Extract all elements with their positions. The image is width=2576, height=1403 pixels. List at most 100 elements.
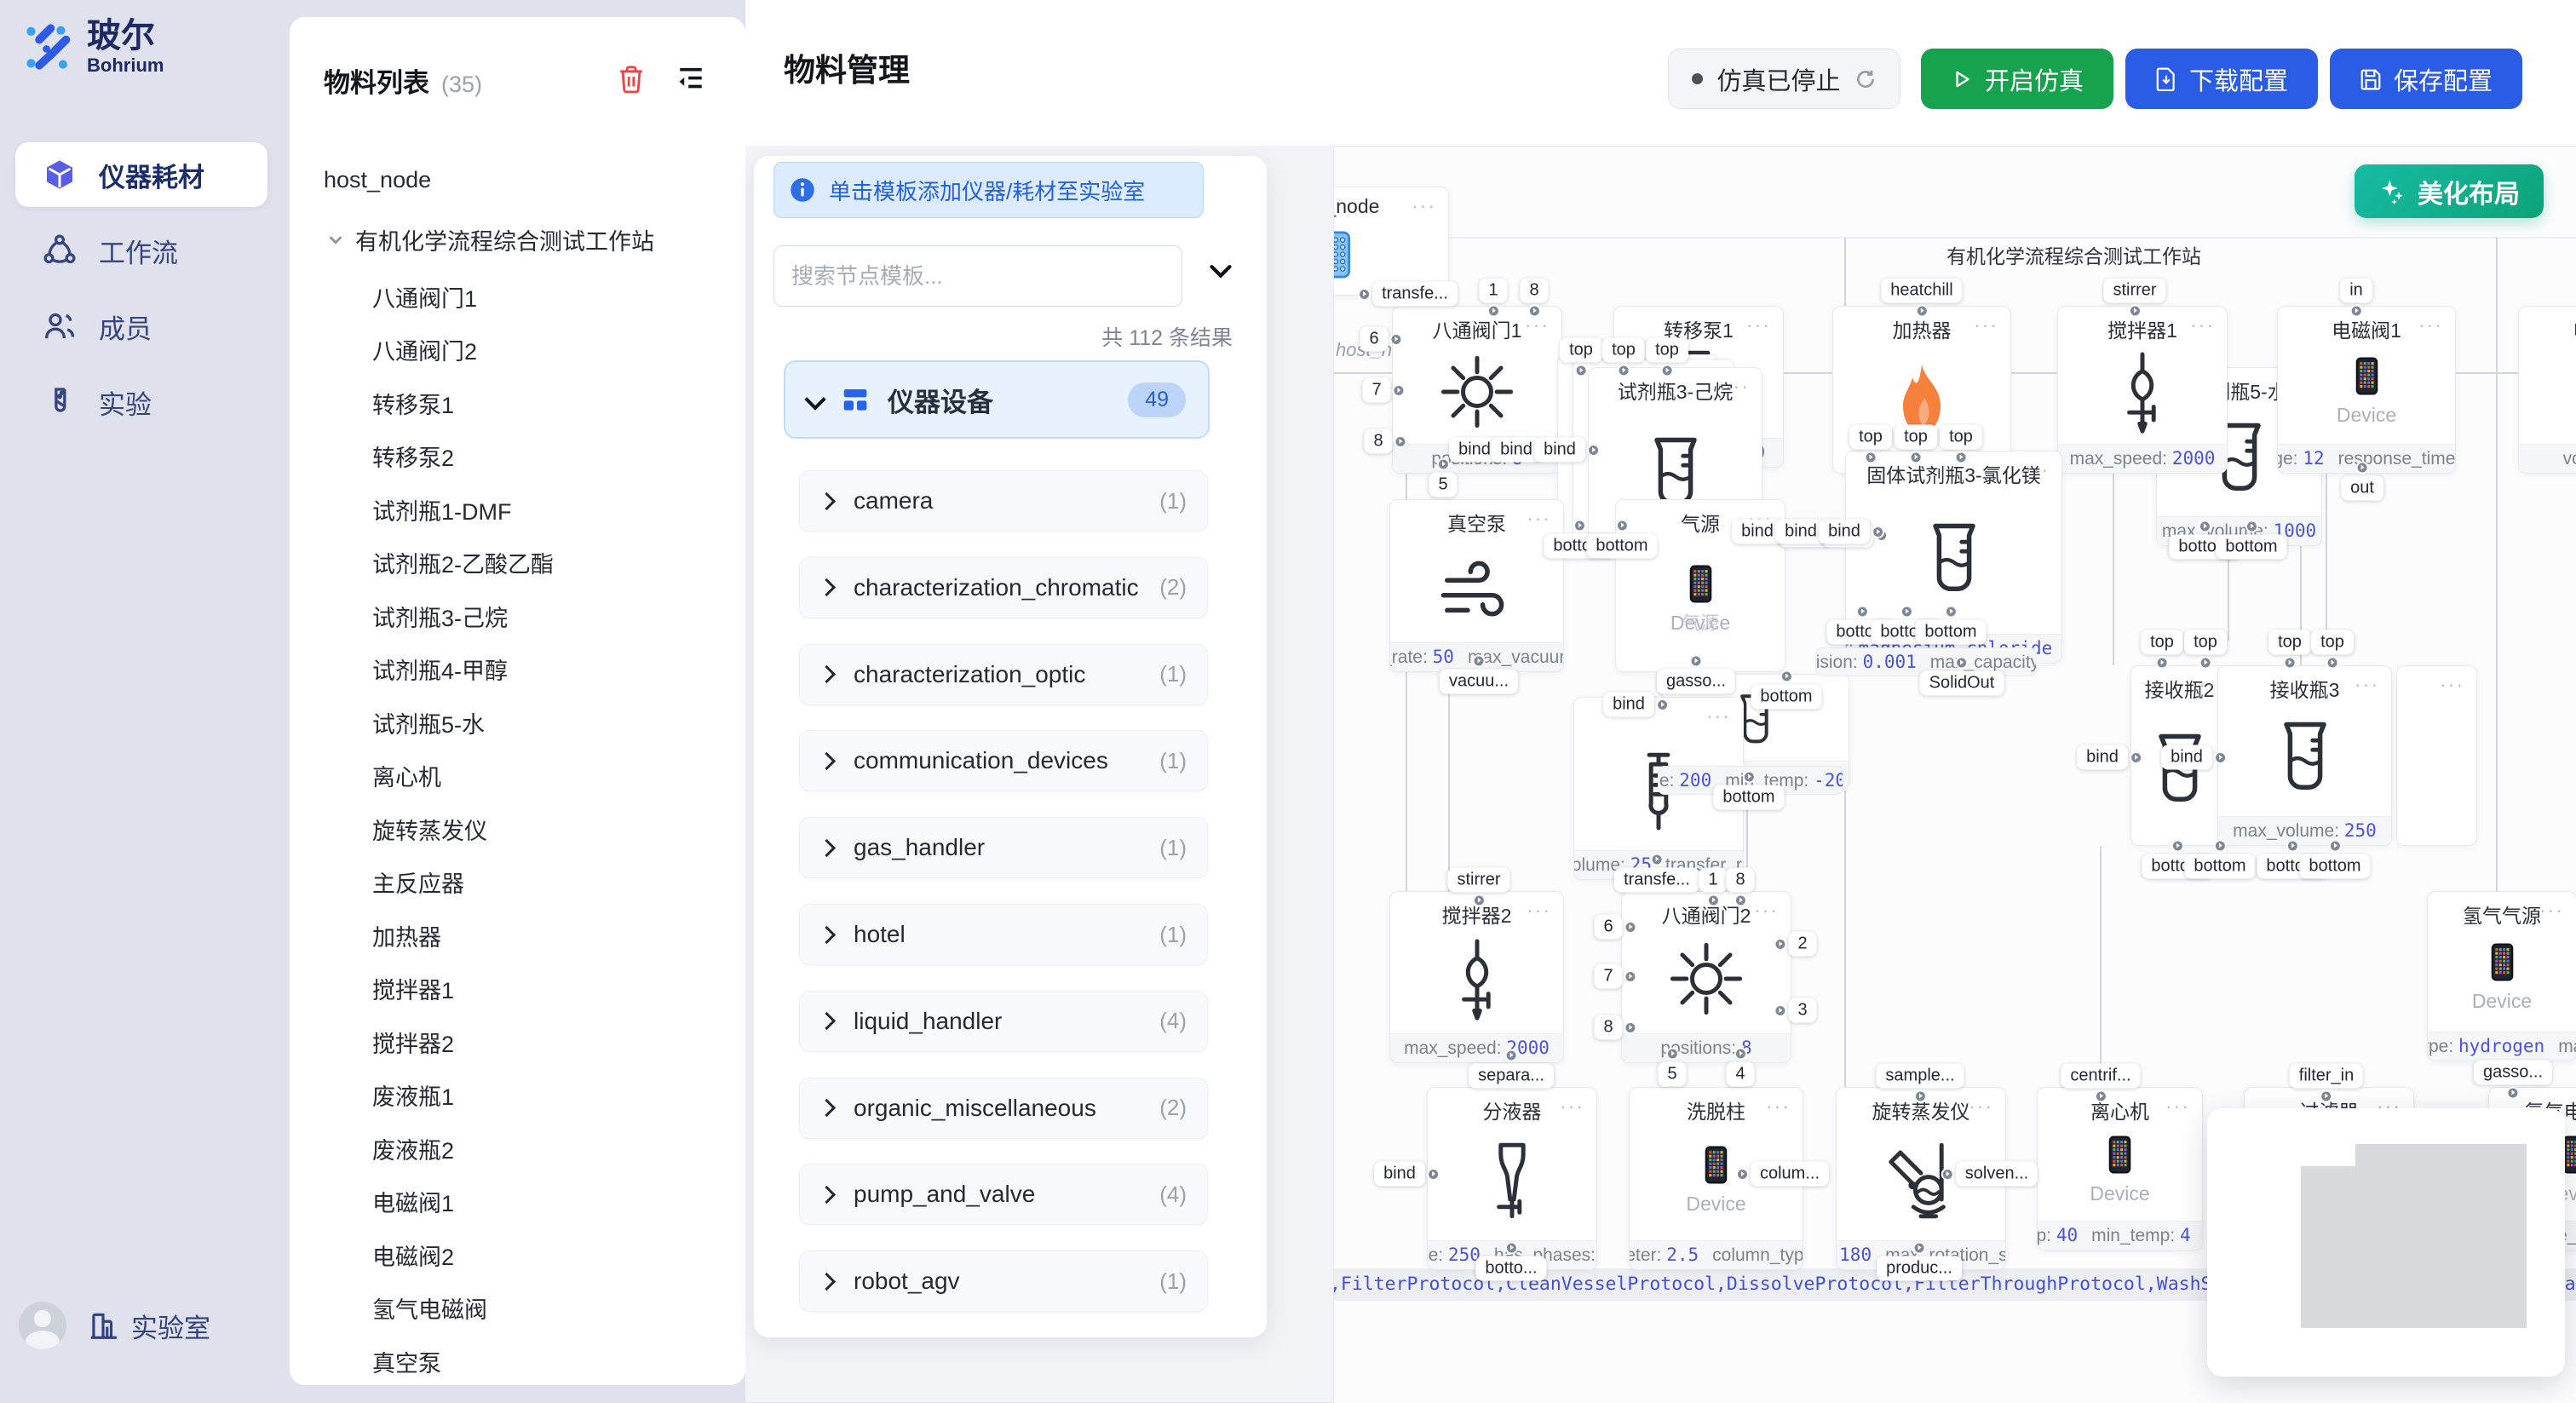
tree-item[interactable]: 离心机	[290, 756, 828, 796]
category-characterization_optic[interactable]: characterization_optic(1)	[799, 644, 1208, 705]
port-connector-icon[interactable]	[2130, 751, 2142, 764]
port-connector-icon[interactable]	[2214, 751, 2227, 764]
port-gasso[interactable]: gasso...	[2474, 1061, 2552, 1085]
node-menu-icon[interactable]: ···	[1725, 375, 1750, 398]
node-menu-icon[interactable]: ···	[1706, 704, 1731, 727]
tree-item[interactable]: 主反应器	[290, 863, 828, 902]
node-menu-icon[interactable]: ···	[1527, 507, 1551, 530]
node-menu-icon[interactable]: ···	[1969, 1095, 1993, 1118]
node-menu-icon[interactable]: ···	[1754, 899, 1779, 922]
port-bottom[interactable]: bottom	[1713, 785, 1784, 810]
avatar[interactable]	[19, 1302, 66, 1349]
node-八通阀门2[interactable]: 八通阀门2 ···positions: 8	[1621, 891, 1791, 1063]
tree-item[interactable]: 试剂瓶4-甲醇	[290, 650, 828, 689]
node-menu-icon[interactable]: ···	[2440, 673, 2464, 696]
port-top[interactable]: top	[1940, 425, 1982, 450]
port-bind[interactable]: bind	[2077, 745, 2128, 770]
port-8[interactable]: 8	[1594, 1015, 1622, 1040]
port-top[interactable]: top	[2268, 630, 2311, 655]
port-bottom[interactable]: bottom	[1751, 685, 1821, 710]
port-connector-icon[interactable]	[2156, 657, 2169, 670]
port-bottom[interactable]: bottom	[2216, 535, 2286, 560]
port-bottom[interactable]: bottom	[2299, 854, 2370, 879]
category-organic_miscellaneous[interactable]: organic_miscellaneous(2)	[799, 1078, 1208, 1139]
port-connector-icon[interactable]	[1661, 365, 1674, 377]
port-6[interactable]: 6	[1594, 915, 1622, 940]
port-connector-icon[interactable]	[1856, 606, 1869, 618]
port-2[interactable]: 2	[1788, 932, 1816, 957]
port-connector-icon[interactable]	[1734, 1048, 1747, 1061]
category-camera[interactable]: camera(1)	[799, 470, 1208, 532]
port-connector-icon[interactable]	[2284, 657, 2297, 670]
port-solven[interactable]: solven...	[1956, 1162, 2038, 1187]
tree-item[interactable]: 八通阀门2	[290, 331, 828, 370]
tree-item[interactable]: 试剂瓶5-水	[290, 703, 828, 742]
tree-item[interactable]: 旋转蒸发仪	[290, 809, 828, 848]
tree-item-host[interactable]: host_node	[290, 160, 779, 199]
node-menu-icon[interactable]: ···	[2539, 899, 2564, 922]
port-connector-icon[interactable]	[2245, 520, 2258, 533]
port-top[interactable]: top	[2311, 630, 2354, 655]
port-connector-icon[interactable]	[1358, 288, 1371, 301]
node-menu-icon[interactable]: ···	[2190, 313, 2215, 336]
category-liquid_handler[interactable]: liquid_handler(4)	[799, 991, 1208, 1052]
node-menu-icon[interactable]: ···	[1560, 1095, 1584, 1118]
node-menu-icon[interactable]: ···	[1525, 313, 1550, 336]
port-connector-icon[interactable]	[1780, 670, 1793, 683]
beautify-layout-button[interactable]: 美化布局	[2355, 164, 2544, 218]
port-top[interactable]: top	[1602, 338, 1645, 363]
sidebar-item-lab[interactable]: 实验室	[87, 1307, 210, 1345]
node-氢气气源[interactable]: 氢气气源 ···Devicegas_type: hydrogenmax_pre	[2427, 891, 2576, 1061]
category-communication_devices[interactable]: communication_devices(1)	[799, 730, 1208, 791]
start-simulation-button[interactable]: 开启仿真	[1921, 49, 2113, 109]
port-3[interactable]: 3	[1788, 998, 1816, 1023]
node-menu-icon[interactable]: ···	[2355, 673, 2379, 696]
port-connector-icon[interactable]	[1743, 771, 1756, 784]
port-connector-icon[interactable]	[1941, 1168, 1954, 1181]
port-connector-icon[interactable]	[1774, 938, 1786, 951]
port-heatchill[interactable]: heatchill	[1881, 279, 1962, 303]
port-colum[interactable]: colum...	[1751, 1162, 1829, 1187]
tree-item[interactable]: 电磁阀1	[290, 1182, 828, 1222]
port-connector-icon[interactable]	[1707, 894, 1720, 907]
port-connector-icon[interactable]	[2128, 305, 2141, 318]
tree-item[interactable]: 转移泵2	[290, 437, 828, 476]
port-connector-icon[interactable]	[2199, 657, 2212, 670]
port-top[interactable]: top	[1895, 425, 1937, 450]
node-离心机[interactable]: 离心机 ···Devicemax_temp: 40min_temp: 4max_…	[2037, 1087, 2203, 1251]
port-top[interactable]: top	[1646, 338, 1688, 363]
node-真空泵[interactable]: 真空泵 ···pump_rate: 50max_vacuum: 0.1	[1389, 499, 1564, 672]
port-8[interactable]: 8	[1364, 429, 1392, 454]
port-bottom[interactable]: bottom	[2184, 854, 2255, 879]
port-connector-icon[interactable]	[1910, 451, 1923, 464]
sidebar-item-members[interactable]: 成员	[15, 294, 267, 359]
tree-item[interactable]: 废液瓶2	[290, 1129, 828, 1168]
chevron-down-icon[interactable]	[1209, 263, 1233, 280]
sidebar-item-experiments[interactable]: 实验	[15, 370, 267, 434]
port-connector-icon[interactable]	[1734, 894, 1747, 907]
node-menu-icon[interactable]: ···	[1527, 899, 1551, 922]
port-connector-icon[interactable]	[1955, 451, 1968, 464]
port-top[interactable]: top	[2184, 630, 2227, 655]
port-1[interactable]: 1	[1479, 279, 1507, 303]
port-connector-icon[interactable]	[2349, 305, 2362, 318]
port-connector-icon[interactable]	[1587, 444, 1600, 457]
port-5[interactable]: 5	[1658, 1062, 1686, 1087]
tree-item[interactable]: 真空泵	[290, 1342, 828, 1381]
node-card[interactable]: ···	[2396, 665, 2477, 846]
refresh-icon[interactable]	[1854, 68, 1877, 90]
collapse-panel-icon[interactable]	[676, 65, 706, 94]
port-connector-icon[interactable]	[1528, 305, 1541, 318]
port-top[interactable]: top	[1849, 425, 1892, 450]
port-6[interactable]: 6	[1360, 327, 1388, 352]
category-pump_and_valve[interactable]: pump_and_valve(4)	[799, 1164, 1208, 1225]
port-transfe[interactable]: transfe...	[1372, 282, 1458, 307]
port-connector-icon[interactable]	[1573, 520, 1586, 532]
port-connector-icon[interactable]	[1689, 655, 1702, 668]
trash-icon[interactable]	[618, 65, 645, 94]
port-bind[interactable]: bind	[1534, 438, 1585, 463]
category-robot_agv[interactable]: robot_agv(1)	[799, 1251, 1208, 1312]
port-SolidOut[interactable]: SolidOut	[1920, 671, 2004, 696]
tree-item-workstation[interactable]: 有机化学流程综合测试工作站	[290, 220, 782, 259]
node-搅拌器2[interactable]: 搅拌器2 ··· max_speed: 2000	[1389, 891, 1564, 1063]
